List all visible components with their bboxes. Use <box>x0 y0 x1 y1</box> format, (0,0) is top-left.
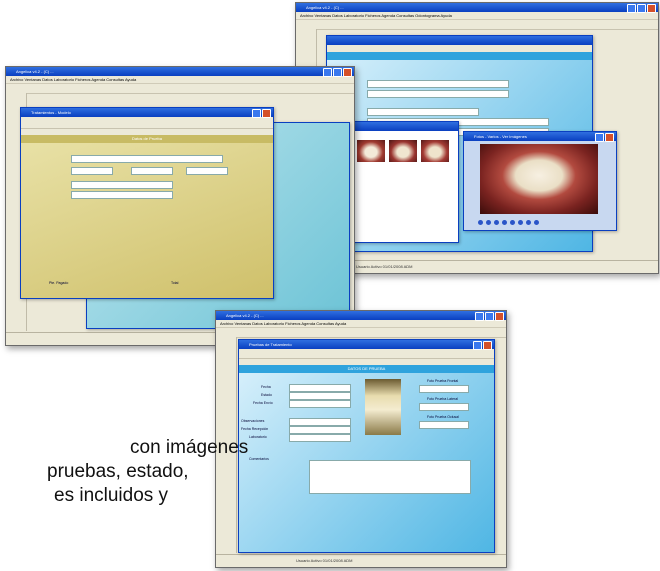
field-label: Fecha <box>261 385 271 389</box>
toolbar[interactable] <box>296 20 658 30</box>
image-viewer-popup: Fotos - Varios - Ver Imágenes <box>463 131 617 231</box>
photo-label: Foto Prueba Oclusal <box>427 415 459 419</box>
photo-field[interactable] <box>419 403 469 411</box>
close-icon[interactable] <box>343 68 352 77</box>
text-field[interactable] <box>367 108 479 116</box>
receive-date-field[interactable] <box>289 426 351 434</box>
menu-bar[interactable]: Archivo Ventanas Datos Laboratorio Fiche… <box>6 76 354 84</box>
text-field[interactable] <box>367 90 509 98</box>
tooth-image <box>365 379 401 435</box>
form-header: DATOS DE PRUEBA <box>239 365 494 373</box>
window-title: Angelica v4.2 - (C) ... <box>296 3 658 12</box>
text-field[interactable] <box>71 155 223 163</box>
minimize-icon[interactable] <box>473 341 482 350</box>
photo-field[interactable] <box>419 421 469 429</box>
form-body: DATOS DE PRUEBA Fecha Estado Fecha Envío… <box>239 365 494 552</box>
gallery-title <box>353 122 458 131</box>
first-icon[interactable] <box>478 220 483 225</box>
text-field[interactable] <box>186 167 228 175</box>
last-icon[interactable] <box>518 220 523 225</box>
footer-left-label: Pte. Pagado <box>49 281 69 285</box>
menu-bar[interactable]: Archivo Ventanas Datos Laboratorio Fiche… <box>296 12 658 20</box>
menu-bar[interactable]: Archivo Ventanas Datos Laboratorio Fiche… <box>216 320 506 328</box>
date-field[interactable] <box>289 384 351 392</box>
photo-label: Foto Prueba Frontal <box>427 379 459 383</box>
next-icon[interactable] <box>510 220 515 225</box>
form-controls <box>252 109 271 118</box>
window-title: Angelica v4.2 - (C) ... <box>6 67 354 76</box>
minimize-icon[interactable] <box>323 68 332 77</box>
form-toolbar[interactable] <box>21 117 273 129</box>
close-icon[interactable] <box>647 4 656 13</box>
close-icon[interactable] <box>483 341 492 350</box>
maximize-icon[interactable] <box>637 4 646 13</box>
minimize-icon[interactable] <box>627 4 636 13</box>
caption-line-2: pruebas, estado, <box>47 461 189 482</box>
text-field[interactable] <box>71 181 173 189</box>
field-label: Fecha Envío <box>253 401 273 405</box>
field-label: Fecha Recepción <box>241 427 269 431</box>
viewer-title: Fotos - Varios - Ver Imágenes <box>464 132 616 141</box>
comments-field[interactable] <box>309 460 471 494</box>
close-icon[interactable] <box>605 133 614 142</box>
caption-line-1: con imágenes <box>130 437 249 458</box>
zoom-icon[interactable] <box>494 220 499 225</box>
form-header <box>327 52 592 60</box>
maximize-icon[interactable] <box>485 312 494 321</box>
minimize-icon[interactable] <box>475 312 484 321</box>
text-field[interactable] <box>367 80 509 88</box>
treatment-form: Tratamientos - Modelo Datos de Prueba Pt… <box>20 107 274 299</box>
screenshot-treatment-window: Angelica v4.2 - (C) ... Archivo Ventanas… <box>5 66 355 346</box>
maximize-icon[interactable] <box>333 68 342 77</box>
status-field[interactable] <box>289 392 351 400</box>
form-title: Pruebas de Tratamiento <box>239 340 494 349</box>
teeth-thumbnail[interactable] <box>357 140 385 162</box>
field-label: Laboratorio <box>249 435 267 439</box>
text-field[interactable] <box>131 167 173 175</box>
tests-form: Pruebas de Tratamiento DATOS DE PRUEBA F… <box>238 339 495 553</box>
photo-label: Foto Prueba Lateral <box>427 397 458 401</box>
photo-field[interactable] <box>419 385 469 393</box>
close-icon[interactable] <box>495 312 504 321</box>
form-body: Datos de Prueba Pte. Pagado Total <box>21 135 273 298</box>
form-header: Datos de Prueba <box>21 135 273 143</box>
caption-line-3: es incluidos y <box>54 485 169 506</box>
status-bar: Usuario Activo 01/01/2008 ADM <box>216 554 506 567</box>
thumb-strip <box>357 140 449 162</box>
save-icon[interactable] <box>534 220 539 225</box>
teeth-photo <box>480 144 598 214</box>
form-controls <box>473 341 492 350</box>
screenshot-tests-window: Angelica v4.2 - (C) ... Archivo Ventanas… <box>215 310 507 568</box>
lab-field[interactable] <box>289 434 351 442</box>
rotate-icon[interactable] <box>502 220 507 225</box>
toolbar[interactable] <box>6 84 354 94</box>
text-field[interactable] <box>71 167 113 175</box>
field-label: Estado <box>261 393 272 397</box>
print-icon[interactable] <box>526 220 531 225</box>
patient-window-title <box>327 36 592 45</box>
caption-text: con imágenes pruebas, estado, es incluid… <box>0 436 248 508</box>
viewer-toolbar[interactable] <box>478 220 539 225</box>
footer-right-label: Total <box>171 281 179 285</box>
minimize-icon[interactable] <box>595 133 604 142</box>
text-field[interactable] <box>71 191 173 199</box>
field-label: Comentarios <box>249 457 269 461</box>
send-date-field[interactable] <box>289 400 351 408</box>
photo-gallery-panel <box>352 121 459 243</box>
form-title: Tratamientos - Modelo <box>21 108 273 117</box>
viewer-controls <box>595 133 614 142</box>
minimize-icon[interactable] <box>252 109 261 118</box>
teeth-thumbnail[interactable] <box>389 140 417 162</box>
window-controls <box>323 68 352 77</box>
window-controls <box>475 312 504 321</box>
notes-field[interactable] <box>289 418 351 426</box>
teeth-thumbnail[interactable] <box>421 140 449 162</box>
field-label: Observaciones <box>241 419 265 423</box>
window-title: Angelica v4.2 - (C) ... <box>216 311 506 320</box>
window-controls <box>627 4 656 13</box>
close-icon[interactable] <box>262 109 271 118</box>
toolbar[interactable] <box>216 328 506 338</box>
form-toolbar[interactable] <box>239 349 494 359</box>
prev-icon[interactable] <box>486 220 491 225</box>
